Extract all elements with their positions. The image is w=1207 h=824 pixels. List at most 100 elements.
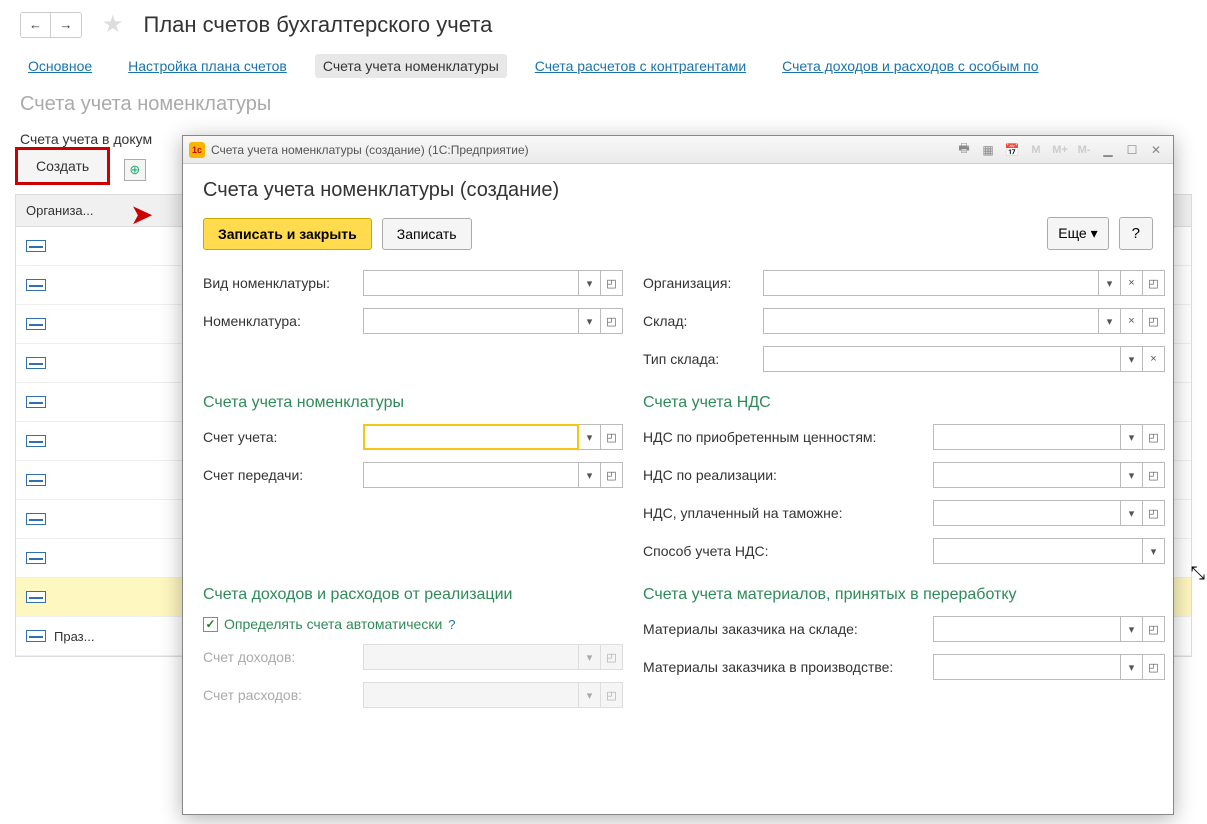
open-icon[interactable]: ◰ — [601, 308, 623, 334]
open-icon[interactable]: ◰ — [1143, 500, 1165, 526]
input-warehouse[interactable] — [763, 308, 1099, 334]
open-icon[interactable]: ◰ — [1143, 462, 1165, 488]
label-nomenclature: Номенклатура: — [203, 313, 363, 329]
open-icon[interactable]: ◰ — [1143, 270, 1165, 296]
dropdown-icon: ▾ — [579, 682, 601, 708]
tab-special-income[interactable]: Счета доходов и расходов с особым по — [774, 54, 1046, 78]
dropdown-icon[interactable]: ▾ — [1121, 616, 1143, 642]
annotation-arrow-icon: ➤ — [130, 198, 153, 231]
label-transfer-account: Счет передачи: — [203, 467, 363, 483]
dropdown-icon: ▾ — [579, 644, 601, 670]
more-button[interactable]: Еще ▾ — [1047, 217, 1108, 250]
input-account[interactable] — [363, 424, 579, 450]
section-accounts-title: Счета учета номенклатуры — [203, 394, 623, 412]
favorite-star-icon[interactable]: ★ — [102, 10, 124, 39]
save-button[interactable]: Записать — [382, 218, 472, 250]
label-expense-account: Счет расходов: — [203, 687, 363, 703]
label-materials-warehouse: Материалы заказчика на складе: — [643, 621, 933, 637]
row-icon — [26, 396, 46, 408]
row-icon — [26, 279, 46, 291]
help-button[interactable]: ? — [1119, 217, 1153, 250]
open-icon[interactable]: ◰ — [601, 462, 623, 488]
memory-mplus-button[interactable]: M+ — [1049, 140, 1071, 160]
add-button[interactable]: ⊕ — [124, 159, 146, 181]
clear-icon[interactable]: × — [1121, 308, 1143, 334]
clear-icon[interactable]: × — [1143, 346, 1165, 372]
tab-plan-settings[interactable]: Настройка плана счетов — [120, 54, 295, 78]
memory-mminus-button[interactable]: M- — [1073, 140, 1095, 160]
label-organization: Организация: — [643, 275, 763, 291]
print-icon[interactable]: 🖶 — [953, 140, 975, 160]
dropdown-icon[interactable]: ▾ — [1121, 424, 1143, 450]
memory-m-button[interactable]: M — [1025, 140, 1047, 160]
dropdown-icon[interactable]: ▾ — [1099, 270, 1121, 296]
dropdown-icon[interactable]: ▾ — [1121, 346, 1143, 372]
open-icon: ◰ — [601, 682, 623, 708]
dropdown-icon[interactable]: ▾ — [579, 270, 601, 296]
section-income-title: Счета доходов и расходов от реализации — [203, 586, 623, 604]
label-vat-method: Способ учета НДС: — [643, 543, 933, 559]
input-vat-purchased[interactable] — [933, 424, 1121, 450]
dropdown-icon[interactable]: ▾ — [1121, 462, 1143, 488]
open-icon[interactable]: ◰ — [601, 424, 623, 450]
input-nomenclature[interactable] — [363, 308, 579, 334]
row-icon — [26, 318, 46, 330]
input-materials-warehouse[interactable] — [933, 616, 1121, 642]
input-vat-sales[interactable] — [933, 462, 1121, 488]
label-warehouse-type: Тип склада: — [643, 351, 763, 367]
input-income-account — [363, 644, 579, 670]
dropdown-icon[interactable]: ▾ — [579, 308, 601, 334]
calendar-icon[interactable]: 📅 — [1001, 140, 1023, 160]
open-icon: ◰ — [601, 644, 623, 670]
dropdown-icon[interactable]: ▾ — [1143, 538, 1165, 564]
dropdown-icon[interactable]: ▾ — [579, 462, 601, 488]
dropdown-icon[interactable]: ▾ — [1099, 308, 1121, 334]
input-nomenclature-type[interactable] — [363, 270, 579, 296]
label-vat-sales: НДС по реализации: — [643, 467, 933, 483]
input-expense-account — [363, 682, 579, 708]
auto-accounts-checkbox[interactable]: ✓ — [203, 617, 218, 632]
label-materials-production: Материалы заказчика в производстве: — [643, 659, 933, 675]
tabs-bar: Основное Настройка плана счетов Счета уч… — [0, 44, 1207, 88]
section-materials-title: Счета учета материалов, принятых в перер… — [643, 586, 1165, 604]
dropdown-icon[interactable]: ▾ — [1121, 654, 1143, 680]
label-income-account: Счет доходов: — [203, 649, 363, 665]
open-icon[interactable]: ◰ — [1143, 308, 1165, 334]
tab-nomenclature-accounts[interactable]: Счета учета номенклатуры — [315, 54, 507, 78]
page-title: План счетов бухгалтерского учета — [144, 12, 493, 38]
open-icon[interactable]: ◰ — [1143, 616, 1165, 642]
tab-main[interactable]: Основное — [20, 54, 100, 78]
minimize-button[interactable]: ▁ — [1097, 140, 1119, 160]
back-button[interactable]: ← — [21, 13, 51, 37]
input-materials-production[interactable] — [933, 654, 1121, 680]
row-icon — [26, 591, 46, 603]
row-icon — [26, 357, 46, 369]
close-button[interactable]: ✕ — [1145, 140, 1167, 160]
clear-icon[interactable]: × — [1121, 270, 1143, 296]
modal-dialog: 1c Счета учета номенклатуры (создание) (… — [182, 135, 1174, 815]
modal-titlebar-text: Счета учета номенклатуры (создание) (1С:… — [211, 143, 953, 157]
row-icon — [26, 474, 46, 486]
dropdown-icon[interactable]: ▾ — [579, 424, 601, 450]
input-organization[interactable] — [763, 270, 1099, 296]
auto-accounts-label: Определять счета автоматически — [224, 616, 442, 632]
dropdown-icon[interactable]: ▾ — [1121, 500, 1143, 526]
input-transfer-account[interactable] — [363, 462, 579, 488]
save-and-close-button[interactable]: Записать и закрыть — [203, 218, 372, 250]
row-label: Праз... — [54, 629, 94, 644]
maximize-button[interactable]: ☐ — [1121, 140, 1143, 160]
modal-title: Счета учета номенклатуры (создание) — [203, 179, 1153, 202]
input-vat-method[interactable] — [933, 538, 1143, 564]
open-icon[interactable]: ◰ — [1143, 424, 1165, 450]
open-icon[interactable]: ◰ — [1143, 654, 1165, 680]
create-button[interactable]: Создать — [15, 147, 110, 185]
open-icon[interactable]: ◰ — [601, 270, 623, 296]
input-warehouse-type[interactable] — [763, 346, 1121, 372]
label-account: Счет учета: — [203, 429, 363, 445]
calculator-icon[interactable]: ▦ — [977, 140, 999, 160]
section-vat-title: Счета учета НДС — [643, 394, 1165, 412]
input-vat-customs[interactable] — [933, 500, 1121, 526]
forward-button[interactable]: → — [51, 13, 81, 37]
tab-contragent-accounts[interactable]: Счета расчетов с контрагентами — [527, 54, 754, 78]
help-icon[interactable]: ? — [448, 617, 455, 632]
